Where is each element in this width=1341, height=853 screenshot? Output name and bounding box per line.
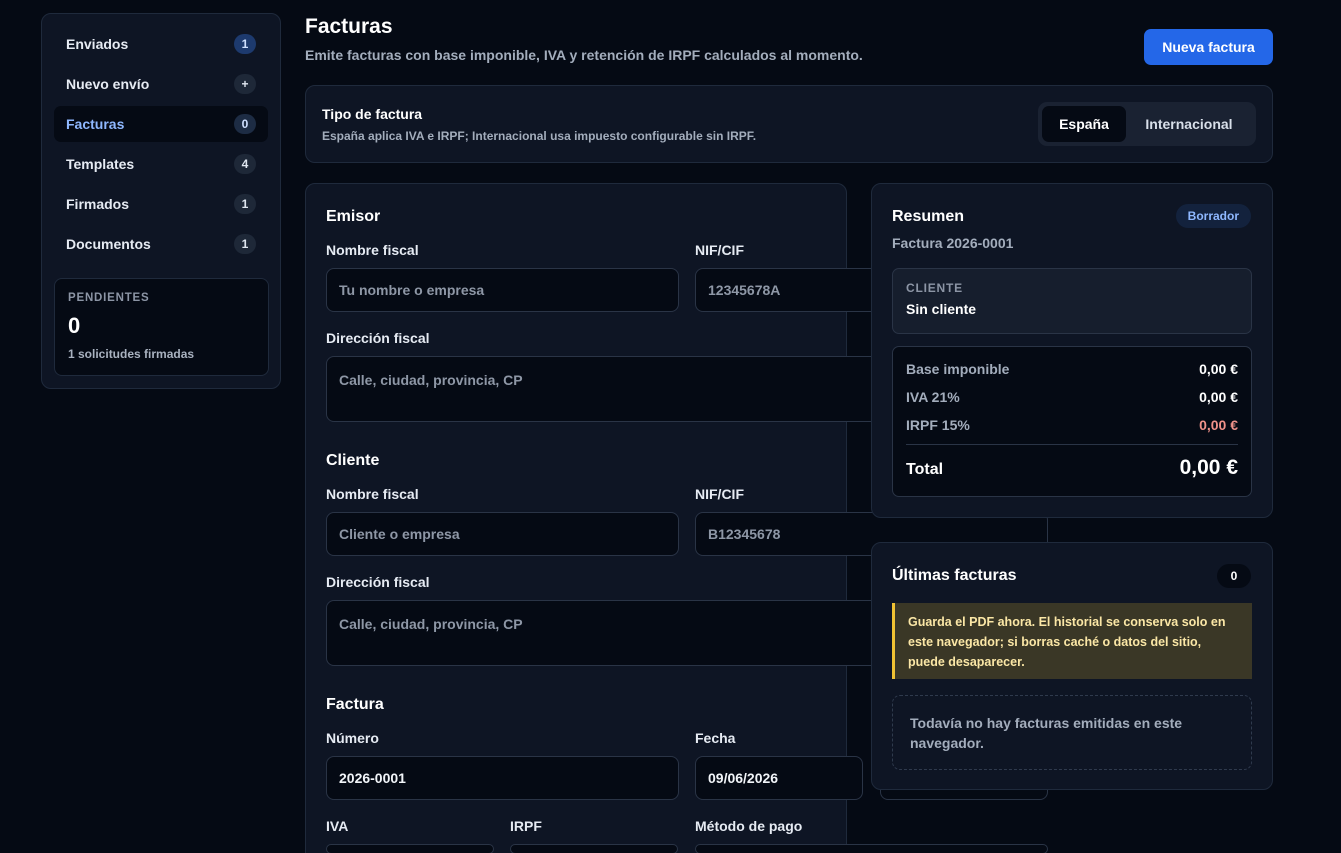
invoice-type-card: Tipo de factura España aplica IVA e IRPF… — [305, 85, 1273, 163]
irpf-label: IRPF — [510, 818, 542, 834]
latest-invoices-card: Últimas facturas 0 Guarda el PDF ahora. … — [871, 542, 1273, 790]
count-badge: 0 — [1217, 564, 1251, 588]
cliente-name-input[interactable] — [326, 512, 679, 556]
history-warning: Guarda el PDF ahora. El historial se con… — [892, 603, 1252, 679]
sidebar-item-label: Templates — [66, 156, 135, 172]
totals-row: Base imponible 0,00 € — [906, 361, 1238, 377]
new-invoice-button[interactable]: Nueva factura — [1144, 29, 1273, 65]
pending-subtitle: 1 solicitudes firmadas — [68, 347, 195, 361]
count-badge: 1 — [234, 234, 256, 254]
invoice-number-label: Número — [326, 730, 379, 746]
cliente-name-label: Nombre fiscal — [326, 486, 419, 502]
sidebar-item-firmados[interactable]: Firmados 1 — [54, 186, 268, 222]
sidebar-item-label: Nuevo envío — [66, 76, 150, 92]
row-value: 0,00 € — [1199, 417, 1238, 433]
iva-label: IVA — [326, 818, 349, 834]
sidebar-item-enviados[interactable]: Enviados 1 — [54, 26, 268, 62]
pending-panel: PENDIENTES 0 1 solicitudes firmadas — [54, 278, 269, 376]
cliente-nif-label: NIF/CIF — [695, 486, 744, 502]
totals-panel: Base imponible 0,00 € IVA 21% 0,00 € IRP… — [892, 346, 1252, 497]
sidebar-item-nuevo-envio[interactable]: Nuevo envío + — [54, 66, 268, 102]
invoice-type-toggle: España Internacional — [1038, 102, 1256, 146]
emisor-nif-label: NIF/CIF — [695, 242, 744, 258]
iva-select[interactable] — [326, 844, 494, 853]
client-value: Sin cliente — [906, 301, 977, 317]
sidebar-item-label: Documentos — [66, 236, 151, 252]
count-badge: 1 — [234, 34, 256, 54]
plus-icon: + — [234, 74, 256, 94]
section-emisor: Emisor — [326, 208, 381, 225]
irpf-select[interactable] — [510, 844, 678, 853]
page-subtitle: Emite facturas con base imponible, IVA y… — [305, 47, 863, 63]
row-label: IRPF 15% — [906, 417, 970, 433]
row-label: IVA 21% — [906, 389, 960, 405]
client-label: CLIENTE — [906, 281, 963, 295]
invoice-date-input[interactable] — [695, 756, 863, 800]
sidebar-item-templates[interactable]: Templates 4 — [54, 146, 268, 182]
summary-card: Resumen Borrador Factura 2026-0001 CLIEN… — [871, 183, 1273, 518]
emisor-address-label: Dirección fiscal — [326, 330, 430, 346]
row-value: 0,00 € — [1199, 361, 1238, 377]
count-badge: 1 — [234, 194, 256, 214]
total-value: 0,00 € — [1179, 456, 1238, 479]
empty-state: Todavía no hay facturas emitidas en este… — [892, 695, 1252, 770]
invoice-date-label: Fecha — [695, 730, 736, 746]
totals-row: IVA 21% 0,00 € — [906, 389, 1238, 405]
summary-invoice-number: Factura 2026-0001 — [892, 235, 1014, 251]
pending-label: PENDIENTES — [68, 292, 150, 304]
divider — [906, 444, 1238, 445]
payment-method-label: Método de pago — [695, 818, 803, 834]
segment-internacional[interactable]: Internacional — [1126, 106, 1252, 142]
section-cliente: Cliente — [326, 452, 380, 469]
emisor-name-label: Nombre fiscal — [326, 242, 419, 258]
latest-invoices-title: Últimas facturas — [892, 567, 1017, 584]
cliente-address-label: Dirección fiscal — [326, 574, 430, 590]
row-label: Base imponible — [906, 361, 1010, 377]
count-badge: 0 — [234, 114, 256, 134]
payment-method-input[interactable] — [695, 844, 1048, 853]
status-badge: Borrador — [1175, 204, 1251, 228]
invoice-type-description: España aplica IVA e IRPF; Internacional … — [322, 129, 757, 143]
total-row: Total 0,00 € — [906, 456, 1238, 480]
sidebar-item-documentos[interactable]: Documentos 1 — [54, 226, 268, 262]
emisor-name-input[interactable] — [326, 268, 679, 312]
sidebar: Enviados 1 Nuevo envío + Facturas 0 Temp… — [41, 13, 281, 389]
invoice-number-input[interactable] — [326, 756, 679, 800]
sidebar-item-facturas[interactable]: Facturas 0 — [54, 106, 268, 142]
sidebar-item-label: Enviados — [66, 36, 129, 52]
page-title: Facturas — [305, 15, 393, 38]
segment-espana[interactable]: España — [1042, 106, 1126, 142]
summary-client: CLIENTE Sin cliente — [892, 268, 1252, 334]
sidebar-item-label: Facturas — [66, 116, 125, 132]
total-label: Total — [906, 461, 944, 478]
count-badge: 4 — [234, 154, 256, 174]
invoice-type-title: Tipo de factura — [322, 106, 423, 122]
pending-count: 0 — [68, 313, 81, 338]
totals-row: IRPF 15% 0,00 € — [906, 417, 1238, 433]
summary-title: Resumen — [892, 208, 965, 225]
invoice-form: Emisor Nombre fiscal NIF/CIF Dirección f… — [305, 183, 1048, 853]
row-value: 0,00 € — [1199, 389, 1238, 405]
section-factura: Factura — [326, 696, 384, 713]
sidebar-item-label: Firmados — [66, 196, 130, 212]
